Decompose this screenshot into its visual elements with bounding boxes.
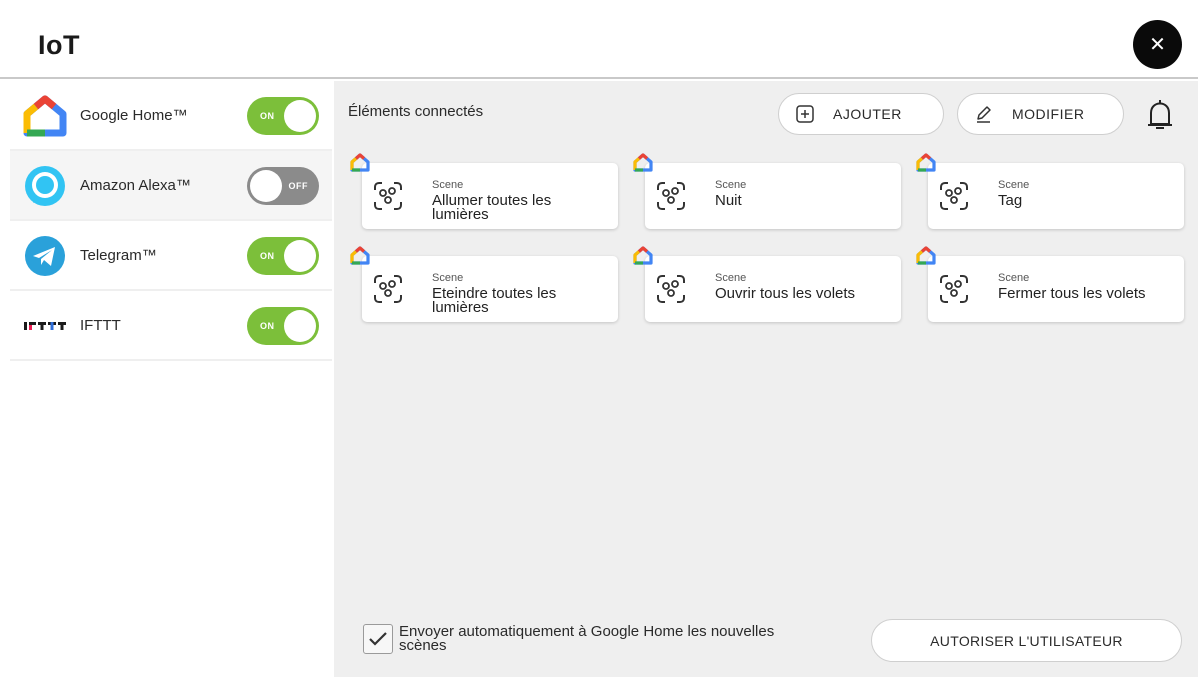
telegram-toggle[interactable]: ON [247, 237, 319, 275]
toggle-knob [284, 100, 316, 132]
google-home-badge-icon [633, 246, 653, 265]
scene-name: Eteindre toutes les lumières [432, 285, 557, 316]
scene-card[interactable]: Scene Allumer toutes les lumières [362, 163, 618, 229]
scene-type: Scene [432, 272, 464, 284]
scene-card[interactable]: Scene Fermer tous les volets [928, 256, 1184, 322]
close-button[interactable]: ✕ [1133, 20, 1182, 69]
scene-card[interactable]: Scene Nuit [645, 163, 901, 229]
sidebar: Google Home™ ON Amazon Alexa™ OFF Telegr… [10, 81, 332, 677]
alexa-icon [22, 163, 68, 209]
scene-name: Nuit [715, 192, 742, 209]
google-home-badge-icon [350, 246, 370, 265]
toggle-state-label: OFF [288, 181, 308, 191]
scene-name: Fermer tous les volets [998, 285, 1146, 302]
scene-name: Allumer toutes les lumières [432, 192, 552, 223]
telegram-icon [22, 233, 68, 279]
scene-type: Scene [998, 272, 1030, 284]
scene-type: Scene [432, 179, 464, 191]
google-home-badge-icon [633, 153, 653, 172]
google-home-toggle[interactable]: ON [247, 97, 319, 135]
scene-icon [372, 273, 404, 305]
pencil-icon [974, 104, 994, 124]
sidebar-item-label: Google Home™ [80, 107, 188, 124]
alexa-toggle[interactable]: OFF [247, 167, 319, 205]
scene-name: Tag [998, 192, 1023, 209]
google-home-badge-icon [916, 246, 936, 265]
scene-icon [938, 180, 970, 212]
scene-icon [655, 273, 687, 305]
close-icon: ✕ [1149, 34, 1166, 56]
check-icon [369, 632, 387, 646]
toggle-knob [284, 240, 316, 272]
add-square-icon [795, 104, 815, 124]
sidebar-item-label: Telegram™ [80, 247, 157, 264]
bell-icon[interactable] [1144, 97, 1176, 133]
add-button-label: AJOUTER [833, 106, 902, 122]
connected-items-panel: Éléments connectés AJOUTER MODIFIER Scen… [334, 81, 1198, 677]
scene-name: Ouvrir tous les volets [715, 285, 856, 302]
scene-card[interactable]: Scene Ouvrir tous les volets [645, 256, 901, 322]
toggle-state-label: ON [260, 251, 275, 261]
toggle-knob [250, 170, 282, 202]
auto-send-checkbox[interactable] [363, 624, 393, 654]
scene-icon [655, 180, 687, 212]
scene-icon [372, 180, 404, 212]
google-home-icon [22, 93, 68, 139]
toggle-state-label: ON [260, 321, 275, 331]
section-title: Éléments connectés [348, 103, 484, 120]
google-home-badge-icon [916, 153, 936, 172]
sidebar-item-google-home[interactable]: Google Home™ ON [10, 81, 332, 151]
sidebar-item-label: Amazon Alexa™ [80, 177, 191, 194]
sidebar-item-amazon-alexa[interactable]: Amazon Alexa™ OFF [10, 151, 332, 221]
toggle-state-label: ON [260, 111, 275, 121]
edit-button[interactable]: MODIFIER [957, 93, 1124, 135]
authorize-user-button[interactable]: AUTORISER L'UTILISATEUR [871, 619, 1182, 662]
scene-type: Scene [715, 179, 747, 191]
toggle-knob [284, 310, 316, 342]
scene-icon [938, 273, 970, 305]
scene-card[interactable]: Scene Tag [928, 163, 1184, 229]
scene-card[interactable]: Scene Eteindre toutes les lumières [362, 256, 618, 322]
edit-button-label: MODIFIER [1012, 106, 1085, 122]
sidebar-item-label: IFTTT [80, 317, 121, 334]
sidebar-item-telegram[interactable]: Telegram™ ON [10, 221, 332, 291]
auto-send-label: Envoyer automatiquement à Google Home le… [399, 623, 775, 654]
google-home-badge-icon [350, 153, 370, 172]
ifttt-toggle[interactable]: ON [247, 307, 319, 345]
scene-type: Scene [715, 272, 747, 284]
page-title: IoT [38, 30, 80, 60]
add-button[interactable]: AJOUTER [778, 93, 944, 135]
ifttt-logo [22, 303, 68, 349]
sidebar-item-ifttt[interactable]: IFTTT ON [10, 291, 332, 361]
scene-type: Scene [998, 179, 1030, 191]
header: IoT ✕ [0, 0, 1198, 79]
